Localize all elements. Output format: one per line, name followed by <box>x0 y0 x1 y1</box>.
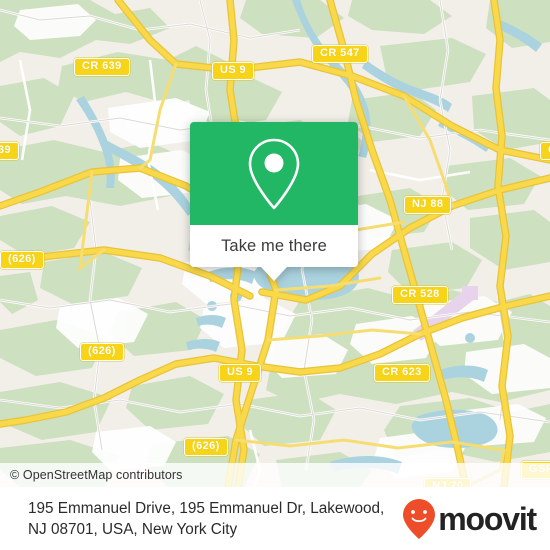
address-label: 195 Emmanuel Drive, 195 Emmanuel Dr, Lak… <box>28 498 384 540</box>
callout-card-body[interactable]: Take me there <box>190 122 358 267</box>
callout-card-footer[interactable]: Take me there <box>190 225 358 267</box>
moovit-logo[interactable]: moovit <box>402 498 537 540</box>
address-line-2: NJ 08701, USA, New York City <box>28 520 238 538</box>
road-shield-cr-547: CR 547 <box>312 45 368 63</box>
road-shield-us-9-top: US 9 <box>212 62 255 80</box>
address-line-1: 195 Emmanuel Drive, 195 Emmanuel Dr, Lak… <box>28 499 385 517</box>
road-shield-626-southwest: (626) <box>80 343 124 361</box>
take-me-there-button[interactable]: Take me there <box>221 237 327 256</box>
moovit-pin-icon <box>403 498 436 539</box>
road-shield-626-west: (626) <box>0 251 44 269</box>
moovit-wordmark: moovit <box>438 500 537 537</box>
moovit-map-page: CR 639 US 9 CR 547 39 NJ 88 CR (626) CR … <box>0 0 550 550</box>
map-viewport[interactable]: CR 639 US 9 CR 547 39 NJ 88 CR (626) CR … <box>0 0 550 487</box>
footer-bar: 195 Emmanuel Drive, 195 Emmanuel Dr, Lak… <box>0 487 550 550</box>
road-shield-cr-528: CR 528 <box>392 286 448 304</box>
road-shield-626-south: (626) <box>184 438 228 456</box>
road-shield-us-9-bottom: US 9 <box>219 364 262 382</box>
destination-callout-card[interactable]: Take me there <box>190 122 358 281</box>
road-shield-cr-639: CR 639 <box>74 58 130 76</box>
road-shield-39-clipped: 39 <box>0 142 20 160</box>
road-shield-cr-clipped-right: CR <box>540 142 550 160</box>
map-attribution: © OpenStreetMap contributors <box>0 463 550 487</box>
road-shield-nj-88: NJ 88 <box>404 196 452 214</box>
road-shield-cr-623: CR 623 <box>374 364 430 382</box>
attribution-text: © OpenStreetMap contributors <box>10 468 183 482</box>
callout-card-pointer <box>261 267 287 281</box>
callout-card-header <box>190 122 358 225</box>
location-pin-icon <box>248 138 300 209</box>
